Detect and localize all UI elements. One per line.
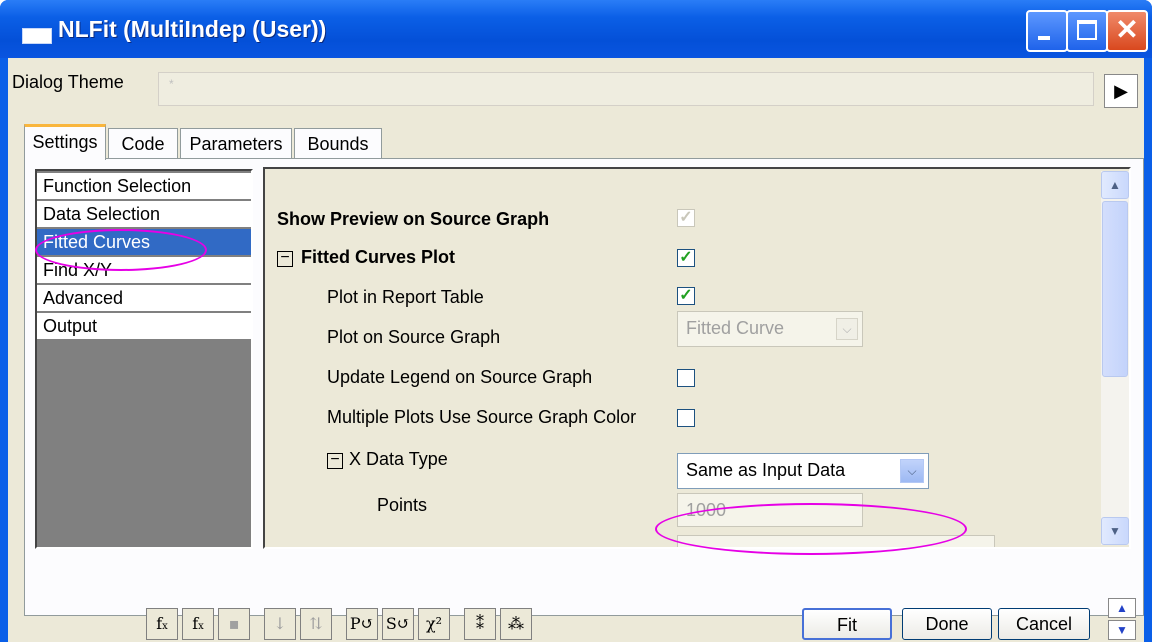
nav-item-data-selection[interactable]: Data Selection: [37, 201, 251, 227]
window-title: NLFit (MultiIndep (User)): [58, 16, 327, 42]
sort-down-icon[interactable]: ↓: [264, 608, 296, 640]
nav-item-advanced[interactable]: Advanced: [37, 285, 251, 311]
cancel-button[interactable]: Cancel: [998, 608, 1090, 640]
multiple-plots-checkbox[interactable]: [677, 409, 695, 427]
scroll-up-icon[interactable]: ▲: [1101, 171, 1129, 199]
fitted-curves-plot-label: Fitted Curves Plot: [301, 247, 456, 267]
sort-params-icon[interactable]: ⇅: [300, 608, 332, 640]
collapse-icon[interactable]: −: [327, 452, 343, 469]
iterate-fast-icon[interactable]: ⁂: [500, 608, 532, 640]
collapse-up-icon[interactable]: ▲: [1108, 598, 1136, 618]
save-icon[interactable]: ▪: [218, 608, 250, 640]
chi-square-icon[interactable]: χ²: [418, 608, 450, 640]
maximize-icon: [1068, 12, 1106, 50]
x-data-type-combo[interactable]: Same as Input Data ⌵: [677, 453, 929, 489]
update-legend-checkbox[interactable]: [677, 369, 695, 387]
plot-on-source-combo[interactable]: Fitted Curve ⌵: [677, 311, 863, 347]
dialog-theme-combo[interactable]: *: [158, 72, 1094, 106]
settings-nav-list: Function Selection Data Selection Fitted…: [35, 169, 253, 549]
play-arrow-icon: ▶: [1114, 81, 1128, 101]
iterate-icon[interactable]: ⁑: [464, 608, 496, 640]
settings-grid: Show Preview on Source Graph ✓ − Fitted …: [263, 167, 1131, 549]
p-arrow-icon[interactable]: P↺: [346, 608, 378, 640]
plot-in-report-label: Plot in Report Table: [327, 287, 484, 307]
vertical-scrollbar[interactable]: ▲ ▼: [1101, 171, 1129, 545]
scrollbar-thumb[interactable]: [1102, 201, 1128, 377]
plot-on-source-label: Plot on Source Graph: [327, 327, 501, 347]
collapse-icon[interactable]: −: [277, 250, 293, 267]
show-preview-label: Show Preview on Source Graph: [277, 209, 550, 229]
maximize-button[interactable]: [1066, 10, 1108, 52]
highlight-oval-fitted-curves: [35, 229, 207, 271]
show-preview-checkbox[interactable]: ✓: [677, 209, 695, 227]
plot-in-report-checkbox[interactable]: ✓: [677, 287, 695, 305]
highlight-oval-x-data-type: [655, 503, 967, 555]
s-arrow-icon[interactable]: S↺: [382, 608, 414, 640]
close-button[interactable]: ✕: [1106, 10, 1148, 52]
tab-settings[interactable]: Settings: [24, 124, 106, 160]
chevron-down-icon: ⌵: [836, 318, 858, 340]
chevron-down-icon: ⌵: [900, 459, 924, 483]
function-icon[interactable]: fx: [182, 608, 214, 640]
tab-bounds[interactable]: Bounds: [294, 128, 382, 158]
close-icon: ✕: [1115, 14, 1139, 45]
title-bar[interactable]: NLFit (MultiIndep (User)) ✕: [0, 0, 1152, 58]
dialog-theme-label: Dialog Theme: [12, 72, 124, 92]
plot-on-source-value: Fitted Curve: [686, 318, 785, 338]
x-data-type-label: X Data Type: [349, 449, 448, 469]
minimize-button[interactable]: [1026, 10, 1068, 52]
settings-panel: Function Selection Data Selection Fitted…: [24, 158, 1144, 616]
minimize-icon: [1028, 12, 1066, 50]
scroll-down-icon[interactable]: ▼: [1101, 517, 1129, 545]
theme-menu-button[interactable]: ▶: [1104, 74, 1138, 108]
nav-item-function-selection[interactable]: Function Selection: [37, 173, 251, 199]
points-label: Points: [377, 495, 428, 515]
window-icon: [22, 28, 52, 44]
multiple-plots-label: Multiple Plots Use Source Graph Color: [327, 407, 637, 427]
dialog-client: Dialog Theme * ▶ Settings Code Parameter…: [8, 58, 1144, 642]
tab-code[interactable]: Code: [108, 128, 178, 158]
done-button[interactable]: Done: [902, 608, 992, 640]
bottom-toolbar: fx fx ▪ ↓ ⇅ P↺ S↺ χ² ⁑ ⁂ Fit Done Cancel…: [8, 588, 1144, 642]
update-legend-label: Update Legend on Source Graph: [327, 367, 593, 387]
tab-parameters[interactable]: Parameters: [180, 128, 292, 158]
nlfit-dialog: NLFit (MultiIndep (User)) ✕ Dialog Theme…: [0, 0, 1152, 642]
fit-function-icon[interactable]: fx: [146, 608, 178, 640]
x-data-type-value: Same as Input Data: [686, 460, 846, 480]
fit-button[interactable]: Fit: [802, 608, 892, 640]
fitted-curves-plot-checkbox[interactable]: ✓: [677, 249, 695, 267]
expand-down-icon[interactable]: ▼: [1108, 620, 1136, 640]
nav-item-output[interactable]: Output: [37, 313, 251, 339]
